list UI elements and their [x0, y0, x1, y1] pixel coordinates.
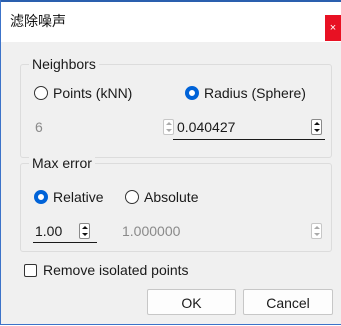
remove-isolated-checkbox-box[interactable]	[24, 263, 37, 277]
radius-sphere-label: Radius (Sphere)	[204, 85, 306, 101]
spin-down-icon[interactable]	[81, 233, 88, 236]
knn-count-spinbox[interactable]: 6	[35, 116, 185, 138]
radius-sphere-radio[interactable]: Radius (Sphere)	[185, 85, 306, 101]
cancel-button-label: Cancel	[266, 295, 310, 311]
remove-isolated-label: Remove isolated points	[43, 262, 189, 278]
radius-value: 0.040427	[177, 119, 236, 135]
neighbors-group-title: Neighbors	[29, 56, 99, 72]
spin-up-icon[interactable]	[81, 226, 88, 229]
cancel-button[interactable]: Cancel	[243, 289, 333, 315]
remove-isolated-checkbox[interactable]: Remove isolated points	[24, 262, 189, 278]
window-title: 滤除噪声	[10, 14, 66, 30]
neighbors-group: Neighbors Points (kNN) Radius (Sphere) 6…	[20, 56, 332, 158]
absolute-radio[interactable]: Absolute	[125, 189, 198, 205]
title-bar: 滤除噪声 ×	[1, 2, 341, 42]
spin-down-icon[interactable]	[313, 129, 320, 132]
relative-radio[interactable]: Relative	[34, 189, 104, 205]
relative-value: 1.00	[35, 223, 63, 239]
spin-down-icon[interactable]	[165, 129, 172, 132]
relative-spinbox[interactable]: 1.00	[35, 220, 105, 242]
dialog-window: 滤除噪声 × Neighbors Points (kNN) Radius (Sp…	[0, 0, 341, 325]
dialog-content: Neighbors Points (kNN) Radius (Sphere) 6…	[1, 42, 341, 324]
knn-count-spin-arrows[interactable]	[163, 119, 174, 135]
spin-up-icon[interactable]	[313, 122, 320, 125]
points-knn-label: Points (kNN)	[53, 85, 133, 101]
radius-spin-arrows[interactable]	[311, 119, 322, 135]
max-error-group: Max error Relative Absolute 1.00 1.00000…	[20, 155, 332, 252]
absolute-value: 1.000000	[122, 223, 181, 239]
absolute-radio-circle[interactable]	[125, 190, 139, 204]
absolute-label: Absolute	[144, 189, 199, 205]
relative-label: Relative	[53, 189, 104, 205]
points-knn-radio[interactable]: Points (kNN)	[34, 85, 132, 101]
close-button[interactable]: ×	[325, 15, 341, 41]
spin-up-icon[interactable]	[165, 122, 172, 125]
points-knn-radio-circle[interactable]	[34, 86, 48, 100]
radius-sphere-radio-circle[interactable]	[185, 86, 199, 100]
spin-up-icon[interactable]	[313, 226, 320, 229]
ok-button[interactable]: OK	[147, 289, 236, 315]
close-icon: ×	[329, 22, 337, 34]
ok-button-label: OK	[181, 295, 202, 311]
relative-field-underline	[33, 242, 97, 243]
absolute-spinbox[interactable]: 1.000000	[122, 220, 327, 242]
knn-count-value: 6	[35, 119, 43, 135]
radius-field-underline	[173, 139, 325, 140]
spin-down-icon[interactable]	[313, 233, 320, 236]
absolute-spin-arrows[interactable]	[311, 223, 322, 239]
radius-spinbox[interactable]: 0.040427	[177, 116, 327, 138]
max-error-group-title: Max error	[29, 155, 95, 171]
relative-radio-circle[interactable]	[34, 190, 48, 204]
relative-spin-arrows[interactable]	[79, 223, 90, 239]
